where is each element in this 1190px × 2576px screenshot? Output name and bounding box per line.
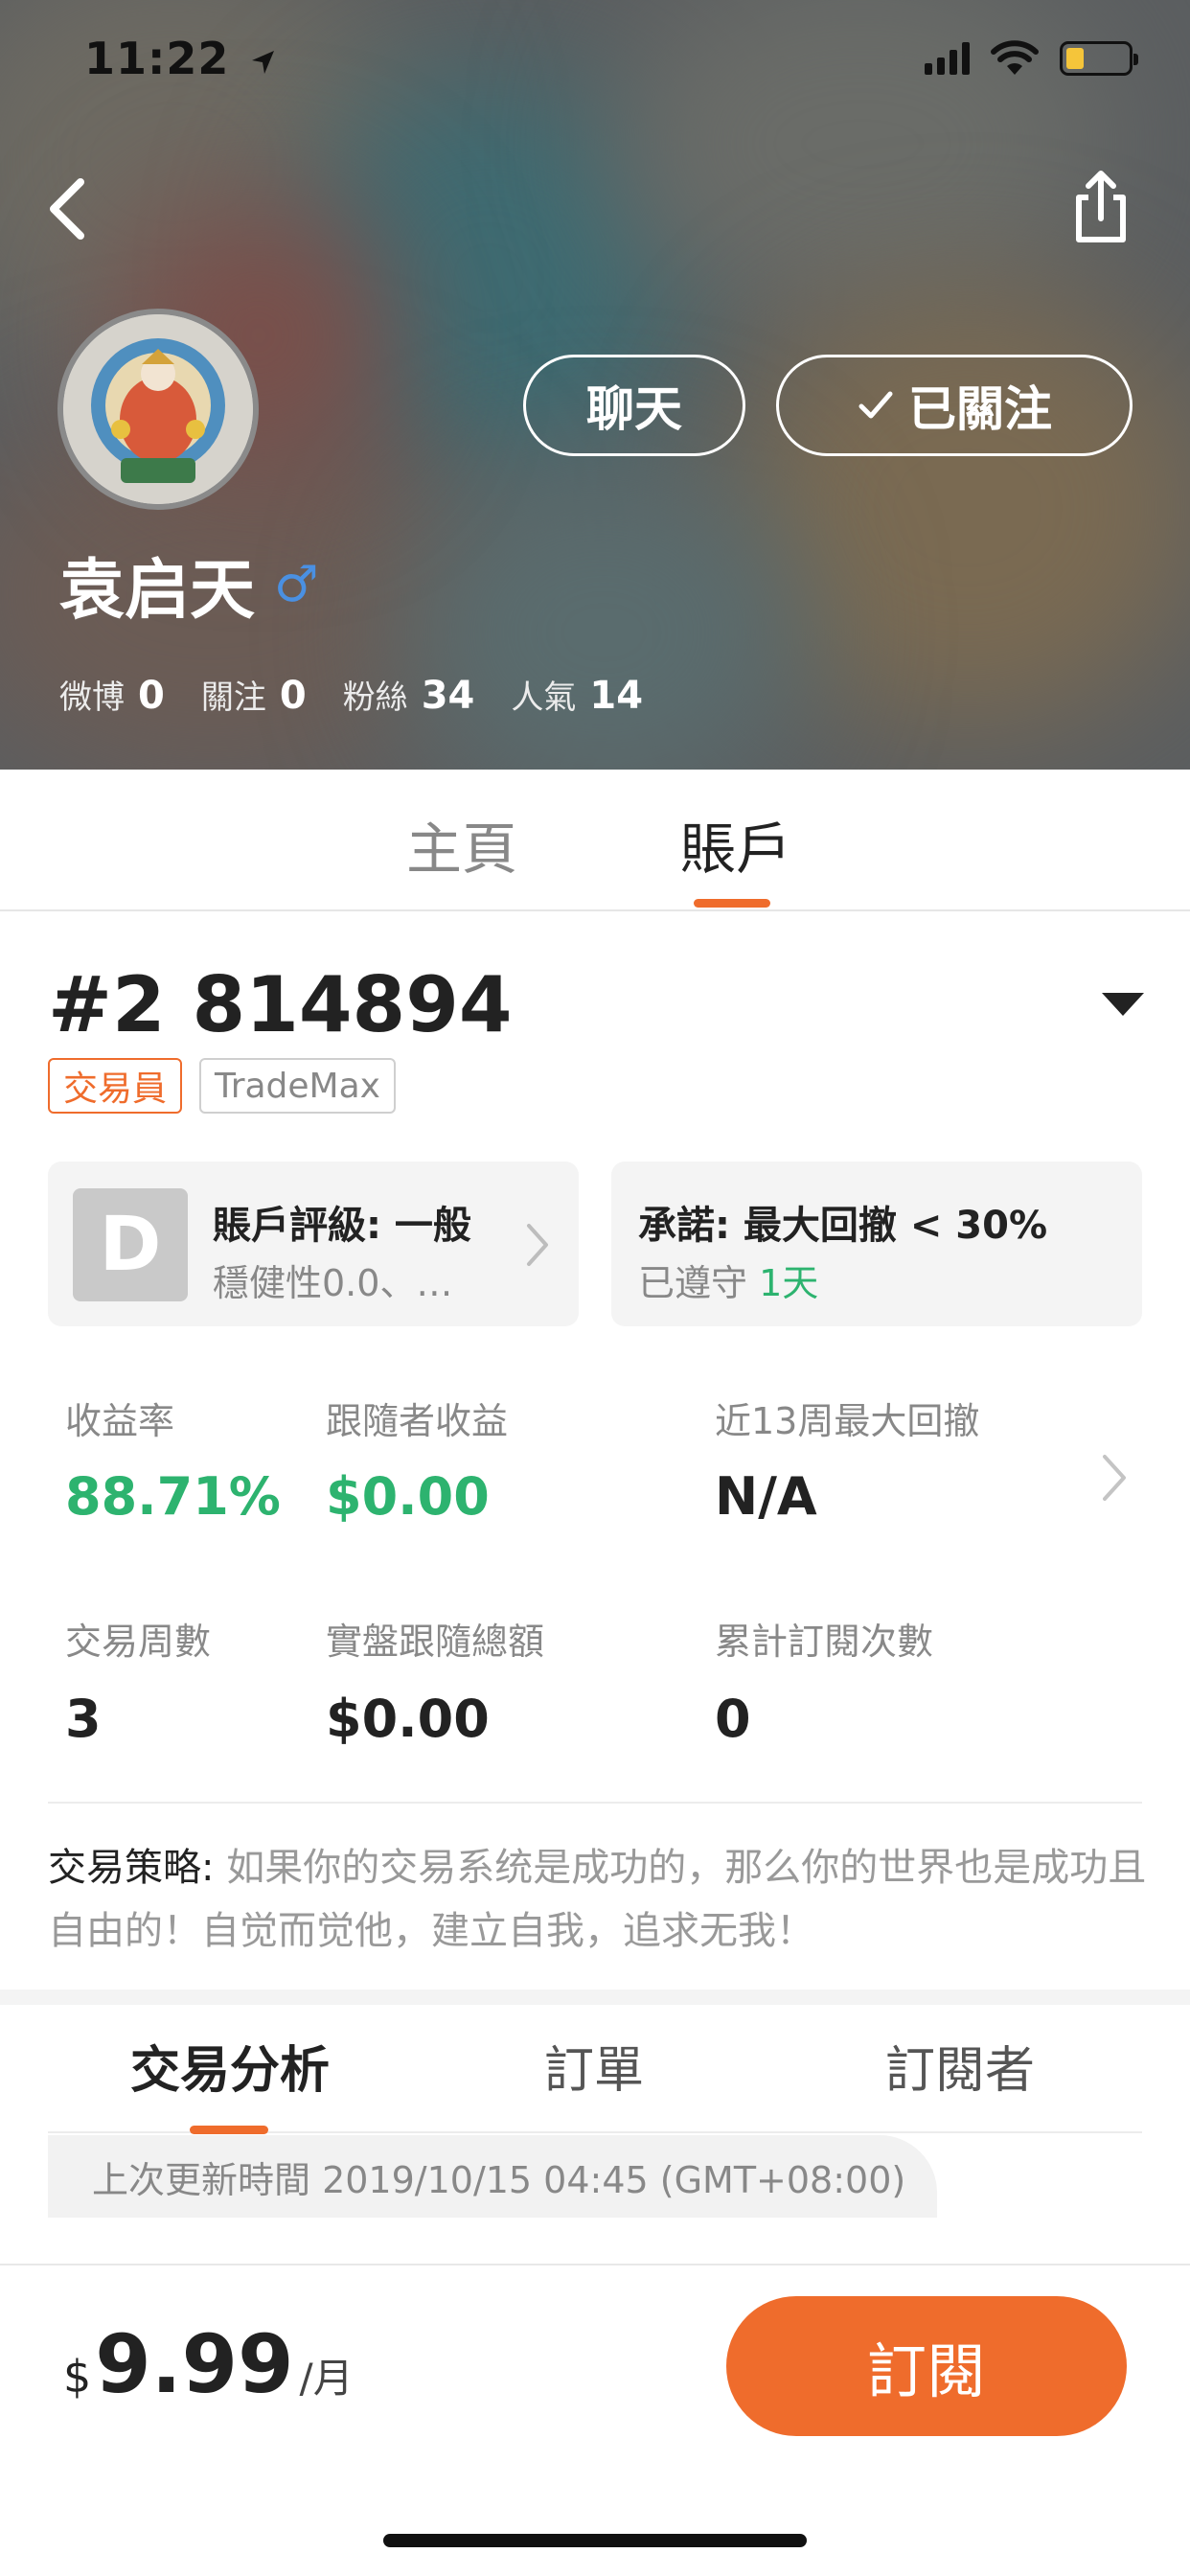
tab-subscribers[interactable]: 訂閱者 xyxy=(885,2030,1035,2102)
stat-label: 微博 xyxy=(59,678,125,717)
stat-following[interactable]: 關注 0 xyxy=(201,671,307,718)
promise-status-label: 已遵守 xyxy=(638,1262,748,1304)
stat-popularity: 人氣 14 xyxy=(511,671,643,718)
metric-follower-return-value: $0.00 xyxy=(326,1466,490,1527)
stat-posts[interactable]: 微博 0 xyxy=(59,671,165,718)
rating-subtitle: 穩健性0.0、… xyxy=(213,1262,453,1304)
chevron-right-icon xyxy=(527,1224,548,1266)
home-indicator xyxy=(383,2534,807,2547)
follow-button-label: 已關注 xyxy=(908,381,1052,437)
metric-return-value: 88.71% xyxy=(65,1466,281,1527)
trader-tag: 交易員 xyxy=(48,1058,183,1114)
account-number: #2 814894 xyxy=(48,960,513,1049)
signal-icon xyxy=(925,42,970,75)
tab-home[interactable]: 主頁 xyxy=(406,804,517,885)
subscribe-button[interactable]: 訂閱 xyxy=(726,2296,1127,2436)
rating-grade-badge: D xyxy=(73,1188,188,1301)
follow-button[interactable]: 已關注 xyxy=(776,355,1133,456)
promise-days: 1天 xyxy=(759,1262,819,1304)
metric-subscriptions-label: 累計訂閱次數 xyxy=(715,1621,934,1663)
metric-weeks-label: 交易周數 xyxy=(65,1621,212,1663)
user-name: 袁启天 ♂ xyxy=(59,537,319,632)
metric-subscriptions-value: 0 xyxy=(715,1689,751,1749)
share-icon xyxy=(1076,171,1126,242)
metric-return-label: 收益率 xyxy=(65,1400,175,1442)
user-name-text: 袁启天 xyxy=(59,553,256,629)
stat-label: 人氣 xyxy=(511,678,577,717)
promise-status: 已遵守 1天 xyxy=(638,1254,818,1306)
promise-card: 承諾: 最大回撤 < 30% 已遵守 1天 xyxy=(611,1162,1142,1326)
wifi-icon xyxy=(991,40,1039,75)
subscription-price: $ 9.99 /月 xyxy=(63,2317,354,2411)
stat-value: 34 xyxy=(421,674,475,718)
navigation-arrow-icon xyxy=(252,50,275,74)
active-tab-indicator xyxy=(694,899,770,908)
divider xyxy=(48,1802,1142,1804)
subscribe-button-label: 訂閱 xyxy=(866,2336,986,2406)
chat-button-label: 聊天 xyxy=(586,381,682,437)
metric-follow-total-label: 實盤跟隨總額 xyxy=(326,1621,545,1663)
profile-stats: 微博 0 關注 0 粉絲 34 人氣 14 xyxy=(59,671,643,718)
stat-label: 關注 xyxy=(200,678,266,717)
metric-follower-return-label: 跟隨者收益 xyxy=(326,1400,509,1442)
stat-value: 14 xyxy=(589,674,644,718)
stat-value: 0 xyxy=(138,674,165,718)
metric-follow-total-value: $0.00 xyxy=(326,1689,490,1749)
tab-orders[interactable]: 訂單 xyxy=(544,2030,644,2102)
metric-drawdown-label: 近13周最大回撤 xyxy=(715,1400,980,1442)
profile-header: 11:22 聊天 已關注 袁启天 ♂ 微博 0 關注 0 粉絲 34 人氣 14 xyxy=(0,0,1190,770)
metric-drawdown-value: N/A xyxy=(715,1466,817,1527)
active-subtab-indicator xyxy=(190,2126,268,2134)
avatar[interactable] xyxy=(57,309,259,510)
status-time: 11:22 xyxy=(84,33,278,84)
main-tabs: 主頁 賬戶 xyxy=(0,770,1190,911)
metric-weeks-value: 3 xyxy=(65,1689,102,1749)
status-indicators xyxy=(925,40,1138,77)
male-gender-icon: ♂ xyxy=(274,555,319,613)
back-button[interactable] xyxy=(42,171,96,247)
dropdown-triangle-icon[interactable] xyxy=(1102,993,1144,1016)
trading-strategy: 交易策略: 如果你的交易系统是成功的，那么你的世界也是成功且自由的！自觉而觉他，… xyxy=(48,1836,1150,1963)
account-rating-card[interactable]: D 賬戶評級: 一般 穩健性0.0、… xyxy=(48,1162,579,1326)
strategy-label: 交易策略: xyxy=(48,1846,215,1890)
rating-title: 賬戶評級: 一般 xyxy=(213,1204,471,1248)
promise-title: 承諾: 最大回撤 < 30% xyxy=(638,1204,1048,1248)
back-icon xyxy=(50,178,84,240)
battery-icon xyxy=(1060,41,1138,76)
share-button[interactable] xyxy=(1069,169,1133,245)
checkmark-icon xyxy=(858,391,893,419)
avatar-image xyxy=(63,314,253,504)
last-update-time: 上次更新時間 2019/10/15 04:45 (GMT+08:00) xyxy=(48,2135,937,2218)
section-divider xyxy=(0,1990,1190,2005)
stat-fans[interactable]: 粉絲 34 xyxy=(343,671,475,718)
stat-label: 粉絲 xyxy=(342,678,408,717)
tab-trade-analysis[interactable]: 交易分析 xyxy=(130,2030,330,2102)
price-amount: 9.99 xyxy=(95,2317,294,2411)
chevron-right-icon[interactable] xyxy=(1098,1451,1131,1505)
stat-value: 0 xyxy=(279,674,307,718)
chat-button[interactable]: 聊天 xyxy=(523,355,745,456)
platform-tag: TradeMax xyxy=(199,1058,396,1114)
price-currency: $ xyxy=(63,2351,92,2403)
tab-account[interactable]: 賬戶 xyxy=(680,804,791,885)
price-period: /月 xyxy=(299,2355,354,2402)
